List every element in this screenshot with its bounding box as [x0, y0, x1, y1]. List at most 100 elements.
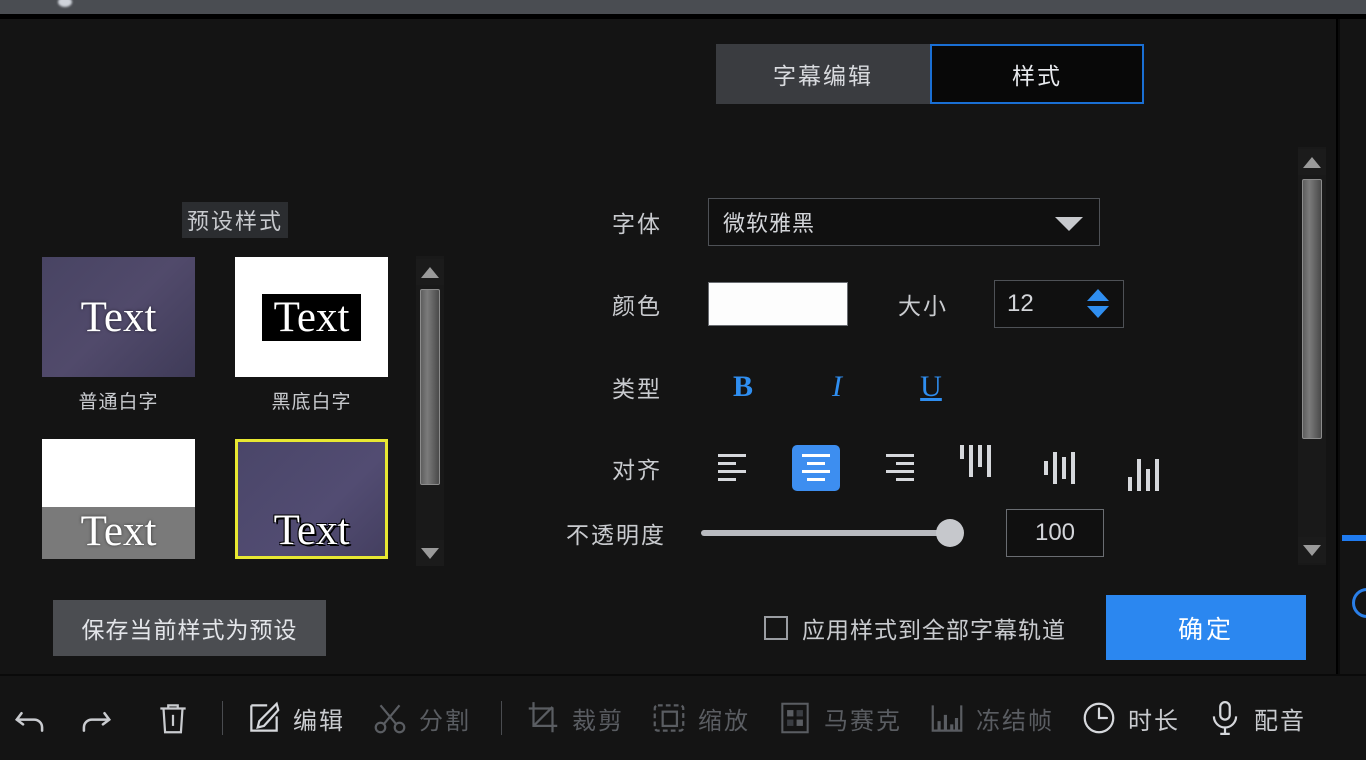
preset-thumbnail: Text — [42, 257, 195, 377]
stepper-up-icon[interactable] — [1087, 289, 1109, 301]
italic-button[interactable]: I — [802, 370, 872, 404]
size-stepper[interactable] — [1087, 289, 1109, 318]
scissors-icon — [371, 699, 409, 737]
opacity-slider-handle[interactable] — [936, 519, 964, 547]
align-right-button[interactable] — [876, 445, 924, 491]
preset-item-0[interactable]: Text 普通白字 — [42, 257, 195, 414]
edit-button[interactable]: 编辑 — [245, 699, 345, 737]
undo-icon — [12, 699, 50, 737]
style-settings-form: 字体 微软雅黑 颜色 大小 12 类型 — [612, 194, 1212, 495]
settings-scroll-up-button[interactable] — [1298, 149, 1326, 175]
mosaic-button[interactable]: 马赛克 — [776, 699, 902, 737]
align-label: 对齐 — [612, 451, 708, 485]
edit-icon — [245, 699, 283, 737]
crop-button[interactable]: 裁剪 — [524, 699, 624, 737]
opacity-input[interactable]: 100 — [1006, 509, 1104, 557]
preset-item-1[interactable]: Text 黑底白字 — [235, 257, 388, 414]
apply-all-tracks-row[interactable]: 应用样式到全部字幕轨道 — [764, 611, 1066, 645]
timeline-accent-line — [1342, 535, 1366, 541]
mosaic-icon — [776, 699, 814, 737]
color-size-row: 颜色 大小 12 — [612, 276, 1212, 331]
redo-button[interactable] — [76, 699, 114, 737]
type-row: 类型 B I U — [612, 359, 1212, 414]
split-label: 分割 — [419, 701, 471, 736]
undo-button[interactable] — [12, 699, 50, 737]
bottom-toolbar: 编辑 分割 裁剪 缩放 — [0, 676, 1366, 760]
chevron-up-icon — [1303, 157, 1321, 168]
freeze-frame-icon — [928, 699, 966, 737]
delete-button[interactable] — [154, 699, 192, 737]
chevron-down-icon — [1303, 545, 1321, 556]
opacity-row: 不透明度 100 — [566, 509, 1104, 557]
mosaic-label: 马赛克 — [824, 701, 902, 736]
scale-icon — [650, 699, 688, 737]
preset-scroll-down-button[interactable] — [416, 540, 444, 566]
align-center-button[interactable] — [792, 445, 840, 491]
valign-middle-button[interactable] — [1044, 445, 1092, 491]
underline-button[interactable]: U — [896, 370, 966, 404]
color-swatch[interactable] — [708, 282, 848, 326]
save-preset-button[interactable]: 保存当前样式为预设 — [53, 600, 326, 656]
chevron-up-icon — [421, 267, 439, 278]
trash-icon — [154, 699, 192, 737]
crop-icon — [524, 699, 562, 737]
size-input[interactable]: 12 — [994, 280, 1124, 328]
confirm-button[interactable]: 确定 — [1106, 595, 1306, 660]
toolbar-divider — [501, 701, 502, 735]
settings-scroll-thumb[interactable] — [1302, 179, 1322, 439]
preset-thumbnail-selected: Text — [235, 439, 388, 559]
preset-styles-list[interactable]: Text 普通白字 Text 黑底白字 Text — [42, 257, 412, 569]
tab-subtitle-edit[interactable]: 字幕编辑 — [716, 44, 930, 104]
chevron-down-icon — [1055, 217, 1083, 231]
preset-item-3[interactable]: Text — [235, 439, 388, 569]
font-label: 字体 — [612, 205, 708, 239]
valign-bottom-button[interactable] — [1128, 445, 1176, 491]
preset-styles-title: 预设样式 — [182, 202, 288, 238]
preset-scroll-up-button[interactable] — [416, 259, 444, 285]
freeze-frame-button[interactable]: 冻结帧 — [928, 699, 1054, 737]
opacity-slider[interactable] — [701, 530, 951, 536]
preset-thumbnail: Text — [42, 439, 195, 559]
align-row: 对齐 — [612, 440, 1212, 495]
stepper-down-icon[interactable] — [1087, 306, 1109, 318]
settings-scroll-down-button[interactable] — [1298, 537, 1326, 563]
font-select[interactable]: 微软雅黑 — [708, 198, 1100, 246]
valign-top-button[interactable] — [960, 445, 1008, 491]
clock-icon — [1080, 699, 1118, 737]
font-select-value: 微软雅黑 — [723, 206, 815, 238]
align-left-button[interactable] — [708, 445, 756, 491]
color-label: 颜色 — [612, 287, 708, 321]
apply-all-label: 应用样式到全部字幕轨道 — [802, 611, 1066, 645]
type-label: 类型 — [612, 370, 708, 404]
preset-item-label: 黑底白字 — [235, 387, 388, 414]
font-row: 字体 微软雅黑 — [612, 194, 1212, 249]
voiceover-label: 配音 — [1254, 701, 1306, 736]
freeze-frame-label: 冻结帧 — [976, 701, 1054, 736]
toolbar-divider — [222, 701, 223, 735]
settings-scrollbar[interactable] — [1298, 147, 1326, 565]
edit-label: 编辑 — [293, 701, 345, 736]
tab-subtitle-edit-label: 字幕编辑 — [773, 57, 873, 91]
cursor-dot-icon — [58, 0, 72, 7]
duration-button[interactable]: 时长 — [1080, 699, 1180, 737]
preset-scroll-thumb[interactable] — [420, 289, 440, 485]
preset-scrollbar[interactable] — [416, 256, 444, 566]
preset-preview-text: Text — [81, 296, 157, 339]
tab-style[interactable]: 样式 — [930, 44, 1144, 104]
subtitle-style-dialog: 字幕编辑 样式 预设样式 Text 普通白字 Text — [0, 19, 1338, 674]
scale-label: 缩放 — [698, 701, 750, 736]
bold-button[interactable]: B — [708, 370, 778, 404]
preset-preview-text: Text — [274, 509, 350, 556]
dialog-tabs: 字幕编辑 样式 — [716, 44, 1144, 104]
split-button[interactable]: 分割 — [371, 699, 471, 737]
crop-label: 裁剪 — [572, 701, 624, 736]
preset-text-box: Text — [42, 507, 195, 559]
tab-style-label: 样式 — [1012, 57, 1062, 91]
scale-button[interactable]: 缩放 — [650, 699, 750, 737]
voiceover-button[interactable]: 配音 — [1206, 699, 1306, 737]
preset-preview-text: Text — [81, 508, 157, 555]
preset-item-2[interactable]: Text — [42, 439, 195, 569]
app-screen: 字幕编辑 样式 预设样式 Text 普通白字 Text — [0, 0, 1366, 760]
apply-all-checkbox[interactable] — [764, 616, 788, 640]
preset-preview-text: Text — [274, 294, 350, 341]
